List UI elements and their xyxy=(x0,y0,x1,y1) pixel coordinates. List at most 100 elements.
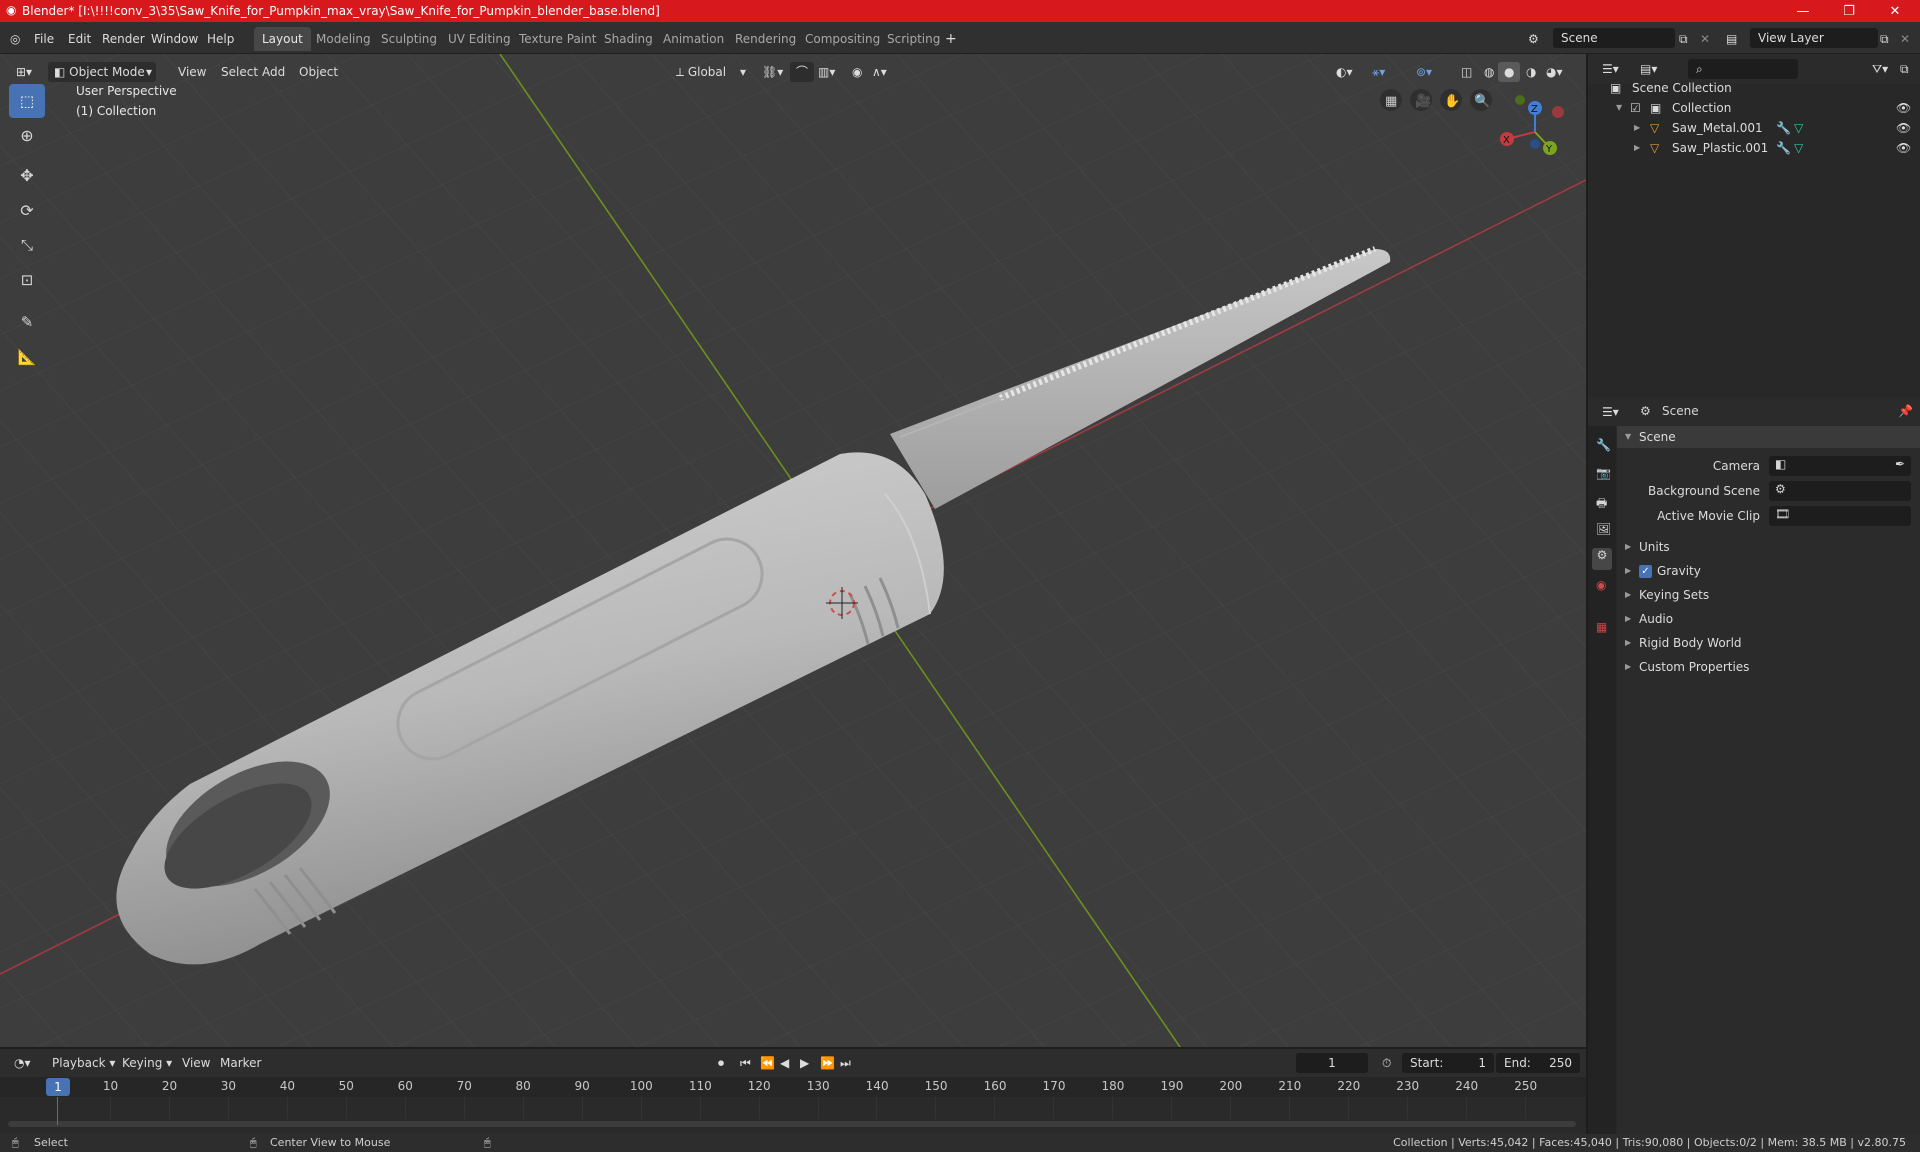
viewport-menu-object[interactable]: Object xyxy=(293,62,344,82)
properties-editor-type-icon[interactable]: ☰▾ xyxy=(1596,402,1625,422)
transform-orientation-selector[interactable]: ⟂ Global ▾ xyxy=(670,62,748,82)
scene-tab-icon[interactable]: ⚙ xyxy=(1592,548,1612,570)
pivot-point-icon[interactable]: ⛓▾ xyxy=(756,62,789,82)
3d-viewport[interactable] xyxy=(0,54,1586,1047)
outliner-row-object[interactable]: ▶ ▽ Saw_Metal.001 🔧 ▽ 👁 xyxy=(1588,118,1920,138)
outliner-row-object[interactable]: ▶ ▽ Saw_Plastic.001 🔧 ▽ 👁 xyxy=(1588,138,1920,158)
playhead-frame[interactable]: 1 xyxy=(46,1078,70,1096)
current-frame-field[interactable]: 1 xyxy=(1296,1053,1368,1073)
active-movie-clip-field[interactable]: 🎞 xyxy=(1769,506,1911,526)
zoom-view-icon[interactable]: 🔍 xyxy=(1474,92,1490,109)
view-layer-icon[interactable]: ▤ xyxy=(1726,29,1737,49)
new-view-layer-icon[interactable]: ⧉ xyxy=(1880,29,1889,49)
scene-selector-icon[interactable]: ⚙ xyxy=(1528,29,1539,49)
annotate-tool[interactable]: ✎ xyxy=(9,305,45,339)
output-tab-icon[interactable]: 🖶 xyxy=(1596,494,1607,515)
panel-scene-header[interactable]: ▼ Scene xyxy=(1617,426,1920,448)
snap-target-icon[interactable]: ▥▾ xyxy=(812,62,841,82)
tab-layout[interactable]: Layout xyxy=(254,27,311,51)
tab-sculpting[interactable]: Sculpting xyxy=(373,27,445,51)
close-button[interactable]: ✕ xyxy=(1872,0,1918,22)
expand-arrow-icon[interactable]: ▶ xyxy=(1634,118,1646,138)
tool-tab-icon[interactable]: 🔧 xyxy=(1596,438,1611,452)
tab-scripting[interactable]: Scripting xyxy=(879,27,948,51)
expand-arrow-icon[interactable]: ▶ xyxy=(1625,632,1637,654)
tab-uv-editing[interactable]: UV Editing xyxy=(440,27,519,51)
filter-icon[interactable]: ⛛▾ xyxy=(1866,59,1894,79)
visibility-eye-icon[interactable]: 👁 xyxy=(1896,98,1911,118)
viewport-menu-add[interactable]: Add xyxy=(256,62,291,82)
stopwatch-icon[interactable]: ⏱ xyxy=(1376,1053,1397,1073)
expand-arrow-icon[interactable]: ▶ xyxy=(1625,608,1637,630)
timeline-menu-marker[interactable]: Marker xyxy=(214,1053,267,1073)
add-workspace-button[interactable]: + xyxy=(945,29,957,49)
timeline-menu-keying[interactable]: Keying ▾ xyxy=(116,1053,178,1073)
timeline-scrollbar[interactable] xyxy=(8,1121,1576,1127)
outliner-row-collection[interactable]: ▼ ☑ ▣ Collection 👁 xyxy=(1588,98,1920,118)
expand-arrow-icon[interactable]: ▶ xyxy=(1625,560,1637,582)
viewport-menu-view[interactable]: View xyxy=(172,62,212,82)
timeline-menu-playback[interactable]: Playback ▾ xyxy=(46,1053,121,1073)
panel-custom-properties[interactable]: ▶ Custom Properties xyxy=(1617,656,1920,678)
pin-icon[interactable]: 📌 xyxy=(1898,404,1913,418)
expand-arrow-icon[interactable]: ▼ xyxy=(1625,426,1637,448)
rendered-shading-icon[interactable]: ◕▾ xyxy=(1540,62,1569,82)
expand-arrow-icon[interactable]: ▶ xyxy=(1625,584,1637,606)
move-tool[interactable]: ✥ xyxy=(9,158,45,192)
texture-tab-icon[interactable]: ▦ xyxy=(1596,620,1607,634)
timeline-menu-view[interactable]: View xyxy=(176,1053,216,1073)
record-icon[interactable]: ⏺ xyxy=(712,1053,730,1073)
pan-view-icon[interactable]: ✋ xyxy=(1444,93,1460,109)
end-frame-field[interactable]: End: 250 xyxy=(1496,1053,1580,1073)
editor-type-icon[interactable]: ⊞▾ xyxy=(10,62,38,82)
menu-edit[interactable]: Edit xyxy=(68,29,91,49)
display-mode-icon[interactable]: ▤▾ xyxy=(1634,59,1663,79)
tab-texture-paint[interactable]: Texture Paint xyxy=(511,27,604,51)
menu-file[interactable]: File xyxy=(34,29,54,49)
maximize-button[interactable]: ❐ xyxy=(1826,0,1872,22)
cursor-tool[interactable]: ⊕ xyxy=(9,118,45,152)
transform-tool[interactable]: ⊡ xyxy=(9,263,45,297)
expand-arrow-icon[interactable]: ▶ xyxy=(1625,656,1637,678)
timeline-editor-type-icon[interactable]: ◔▾ xyxy=(8,1053,37,1073)
delete-view-layer-icon[interactable]: ✕ xyxy=(1900,29,1910,49)
measure-tool[interactable]: 📐 xyxy=(9,340,45,374)
gizmo-toggle-icon[interactable]: ⚹▾ xyxy=(1366,62,1391,82)
mode-selector[interactable]: ◧ Object Mode ▾ xyxy=(48,62,156,82)
gravity-checkbox[interactable]: ✓ xyxy=(1639,565,1652,578)
minimize-button[interactable]: — xyxy=(1780,0,1826,22)
tab-modeling[interactable]: Modeling xyxy=(308,27,379,51)
expand-arrow-icon[interactable]: ▶ xyxy=(1625,536,1637,558)
menu-help[interactable]: Help xyxy=(207,29,234,49)
outliner-row-scene-collection[interactable]: ▣ Scene Collection xyxy=(1588,78,1920,98)
scene-field[interactable]: Scene xyxy=(1553,28,1675,48)
eyedropper-icon[interactable]: ✒ xyxy=(1895,457,1905,471)
view-layer-tab-icon[interactable]: 🖼 xyxy=(1596,522,1611,536)
menu-render[interactable]: Render xyxy=(102,29,145,49)
panel-audio[interactable]: ▶ Audio xyxy=(1617,608,1920,630)
camera-field[interactable]: ◧ ✒ xyxy=(1769,456,1911,476)
select-box-tool[interactable]: ⬚ xyxy=(9,84,45,118)
visibility-eye-icon[interactable]: 👁 xyxy=(1896,118,1911,138)
panel-rigid-body-world[interactable]: ▶ Rigid Body World xyxy=(1617,632,1920,654)
background-scene-field[interactable]: ⚙ xyxy=(1769,481,1911,501)
snap-toggle-icon[interactable]: ⌒ xyxy=(790,62,815,82)
panel-keying-sets[interactable]: ▶ Keying Sets xyxy=(1617,584,1920,606)
ortho-toggle-icon[interactable]: ▦ xyxy=(1385,94,1397,109)
panel-gravity[interactable]: ▶ ✓ Gravity xyxy=(1617,560,1920,582)
exclude-checkbox[interactable]: ☑ xyxy=(1630,98,1641,118)
play-reverse-icon[interactable]: ◀ xyxy=(774,1053,795,1073)
outliner-editor-type-icon[interactable]: ☰▾ xyxy=(1596,59,1625,79)
jump-end-icon[interactable]: ⏭ xyxy=(834,1053,857,1073)
navigation-gizmo[interactable]: ▦ 🎥 ✋ 🔍 Z X Y xyxy=(1380,84,1586,174)
panel-units[interactable]: ▶ Units xyxy=(1617,536,1920,558)
view-layer-field[interactable]: View Layer xyxy=(1750,28,1878,48)
tab-rendering[interactable]: Rendering xyxy=(727,27,804,51)
render-tab-icon[interactable]: 📷 xyxy=(1596,466,1611,480)
play-icon[interactable]: ▶ xyxy=(794,1053,815,1073)
delete-scene-icon[interactable]: ✕ xyxy=(1700,29,1710,49)
menu-window[interactable]: Window xyxy=(151,29,198,49)
tab-shading[interactable]: Shading xyxy=(596,27,661,51)
tab-compositing[interactable]: Compositing xyxy=(797,27,888,51)
falloff-icon[interactable]: ∧▾ xyxy=(866,62,893,82)
